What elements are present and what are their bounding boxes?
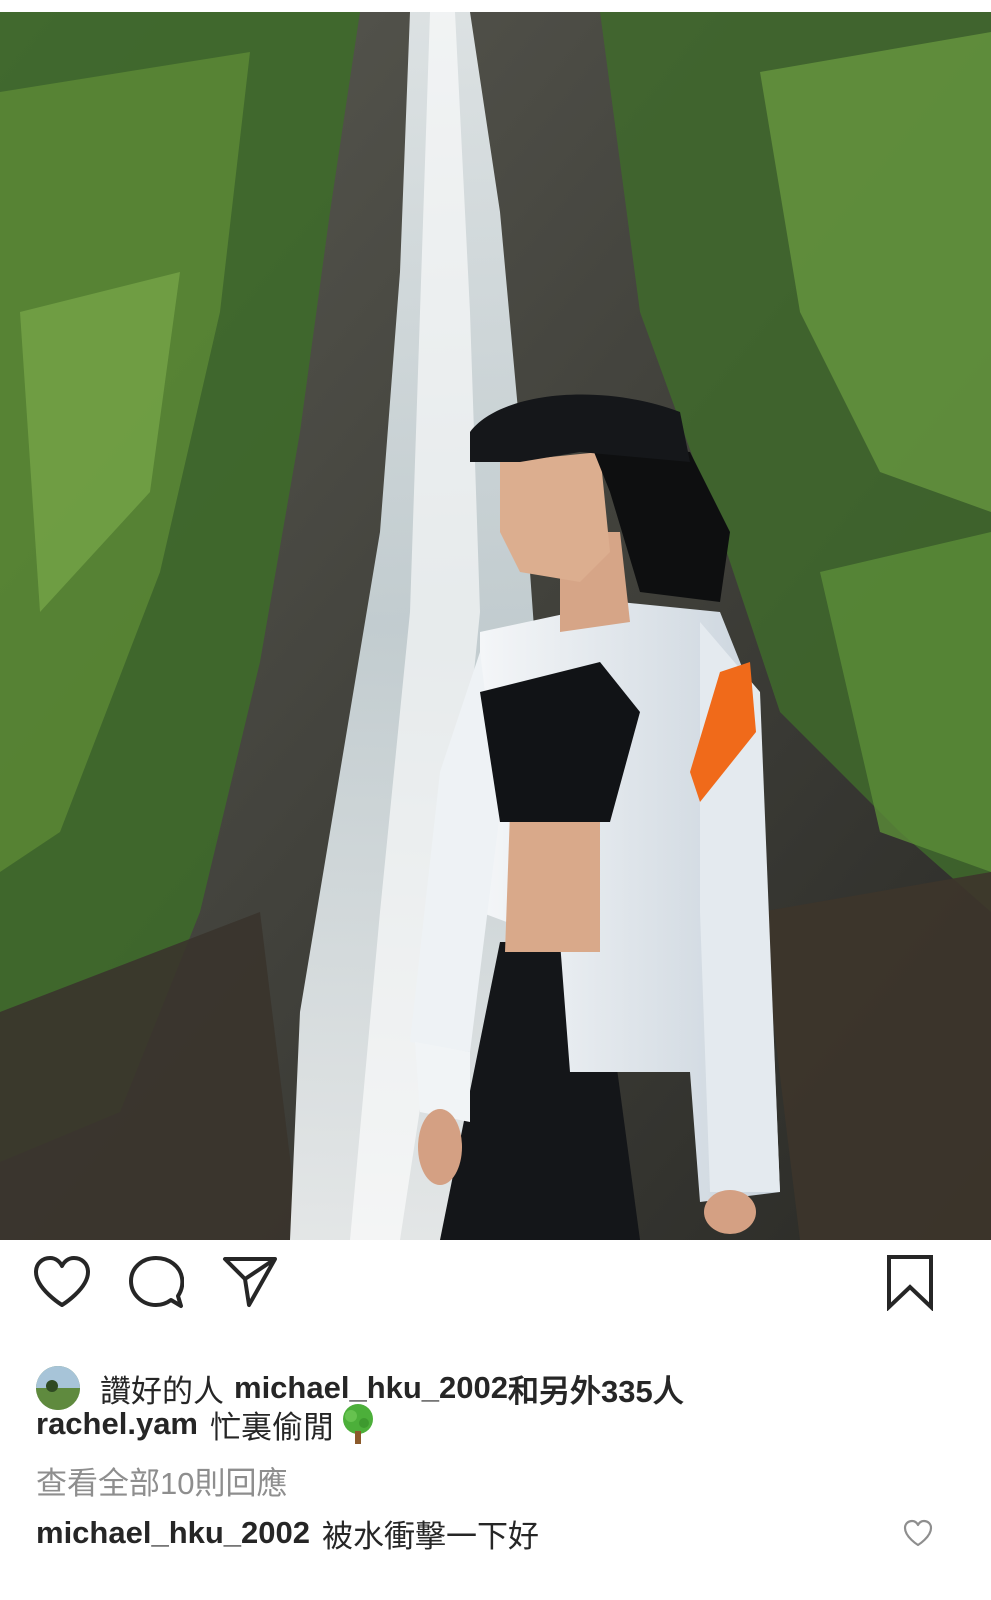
comment-username-link[interactable]: michael_hku_2002 <box>36 1515 310 1551</box>
post-caption: rachel.yam 忙裏偷閒 <box>36 1400 378 1448</box>
comment-text: 被水衝擊一下好 <box>322 1518 540 1554</box>
like-button[interactable] <box>30 1250 94 1314</box>
save-button[interactable] <box>878 1250 942 1314</box>
caption-text: 忙裏偷閒 <box>210 1409 334 1445</box>
post-action-bar <box>0 1240 991 1340</box>
comment-bubble-icon <box>129 1256 184 1308</box>
comment-button[interactable] <box>124 1250 188 1314</box>
caption-username-link[interactable]: rachel.yam <box>36 1406 198 1442</box>
heart-icon <box>903 1519 933 1547</box>
comment-item: michael_hku_2002 被水衝擊一下好 <box>36 1510 936 1556</box>
waterfall-photo <box>0 12 991 1240</box>
comment-like-button[interactable] <box>902 1518 934 1550</box>
post-photo[interactable] <box>0 12 991 1240</box>
heart-icon <box>34 1256 90 1307</box>
likes-others-link[interactable]: 和另外335人 <box>508 1366 684 1411</box>
bookmark-icon <box>887 1255 933 1311</box>
tree-emoji-icon <box>338 1403 378 1445</box>
share-button[interactable] <box>218 1250 282 1314</box>
view-all-comments-link[interactable]: 查看全部10則回應 <box>36 1458 287 1502</box>
paper-plane-icon <box>223 1257 277 1307</box>
